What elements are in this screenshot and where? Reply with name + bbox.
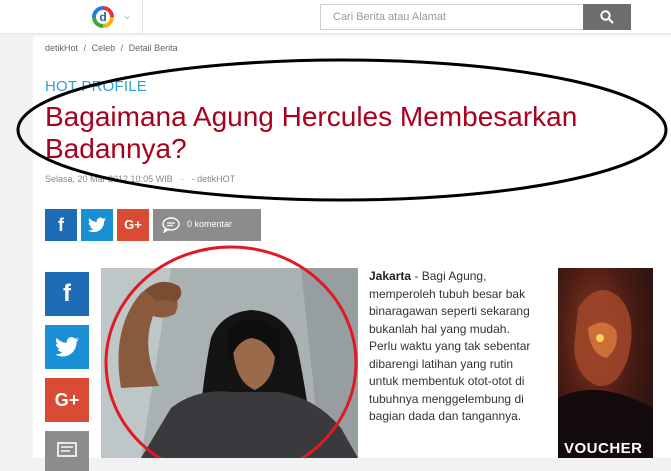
breadcrumb-separator: / <box>83 43 87 53</box>
comment-count: 0 komentar <box>187 219 233 229</box>
search-box <box>320 4 631 30</box>
facebook-icon: f <box>63 280 71 307</box>
search-input[interactable] <box>321 5 583 29</box>
ad-label: VOUCHER <box>564 440 643 457</box>
twitter-side-button[interactable] <box>45 325 89 369</box>
article-text: - Bagi Agung, memperoleh tubuh besar bak… <box>369 269 531 423</box>
breadcrumb: detikHot / Celeb / Detail Berita <box>45 43 181 53</box>
facebook-side-button[interactable]: f <box>45 272 89 316</box>
facebook-share-button[interactable]: f <box>45 209 77 241</box>
googleplus-icon: G+ <box>124 217 142 232</box>
breadcrumb-celeb[interactable]: Celeb <box>92 43 116 53</box>
annotation-circle <box>104 245 358 458</box>
logo-letter: d <box>96 10 110 24</box>
search-icon <box>600 10 614 24</box>
top-bar: d ⌄ <box>0 0 671 34</box>
googleplus-side-button[interactable]: G+ <box>45 378 89 422</box>
chevron-down-icon[interactable]: ⌄ <box>122 8 132 22</box>
detik-logo[interactable]: d <box>92 6 114 28</box>
comment-icon <box>162 217 180 233</box>
twitter-icon <box>88 217 106 233</box>
article-dateline: Jakarta <box>369 269 412 283</box>
twitter-icon <box>55 337 79 357</box>
breadcrumb-separator: / <box>120 43 124 53</box>
comment-side-button[interactable] <box>45 431 89 471</box>
twitter-share-button[interactable] <box>81 209 113 241</box>
divider <box>142 0 143 34</box>
comment-icon <box>57 442 77 457</box>
voucher-ad-banner[interactable]: VOUCHER <box>558 268 653 458</box>
article-body: Jakarta - Bagi Agung, memperoleh tubuh b… <box>369 268 541 426</box>
ad-artwork <box>558 290 653 458</box>
breadcrumb-detail[interactable]: Detail Berita <box>129 43 178 53</box>
comment-button[interactable]: 0 komentar <box>153 209 261 241</box>
googleplus-share-button[interactable]: G+ <box>117 209 149 241</box>
search-button[interactable] <box>583 4 631 30</box>
breadcrumb-detikhot[interactable]: detikHot <box>45 43 78 53</box>
googleplus-icon: G+ <box>54 390 80 410</box>
facebook-icon: f <box>58 215 64 235</box>
annotation-ellipse <box>16 58 668 202</box>
